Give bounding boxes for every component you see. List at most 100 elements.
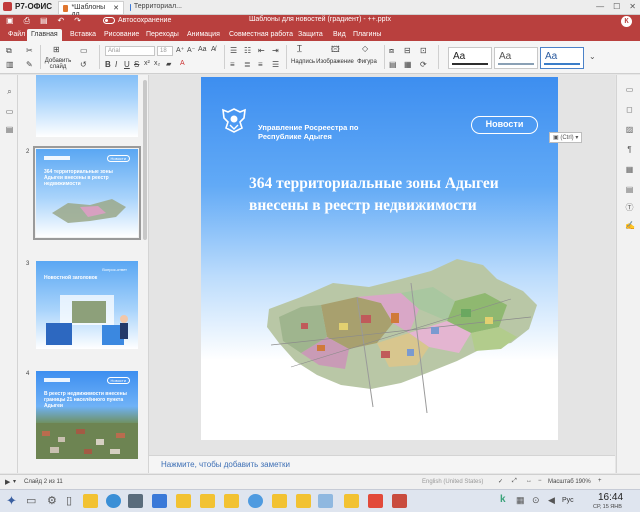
slide-thumbnail-4[interactable]: Новости В реестр недвижимости внесены гр…: [36, 371, 138, 459]
reset-slide-icon[interactable]: ↺: [80, 60, 87, 69]
calendar-icon[interactable]: [152, 494, 167, 508]
search-icon[interactable]: ⌕: [5, 87, 14, 96]
numbering-icon[interactable]: ☷: [244, 46, 251, 55]
font-name-select[interactable]: Arial: [105, 46, 155, 56]
zoom-out-icon[interactable]: −: [538, 478, 542, 484]
textbox-icon[interactable]: T̲: [297, 44, 302, 53]
notes-pane[interactable]: Нажмите, чтобы добавить заметки: [149, 455, 615, 473]
slide-headline[interactable]: 364 территориальные зоны Адыгеи внесены …: [249, 173, 549, 217]
shape-icon[interactable]: ◇: [362, 44, 368, 53]
menu-plugins[interactable]: Плагины: [349, 29, 385, 41]
italic-icon[interactable]: I: [115, 60, 117, 69]
start-menu-icon[interactable]: ✦: [6, 493, 17, 509]
menu-home[interactable]: Главная: [27, 29, 62, 41]
settings-icon[interactable]: ⚙: [47, 494, 57, 507]
themes-more-icon[interactable]: ⌄: [589, 52, 596, 61]
volume-icon[interactable]: ▯: [66, 494, 72, 507]
slide-settings-icon[interactable]: ▭: [625, 85, 634, 94]
tray-icon[interactable]: ▦: [516, 495, 525, 506]
image-button[interactable]: Изображение: [316, 59, 354, 65]
highlight-icon[interactable]: ▰: [166, 60, 171, 68]
folder-icon[interactable]: [200, 494, 215, 508]
bring-forward-icon[interactable]: ▤: [389, 60, 397, 69]
layout-icon[interactable]: ▭: [80, 46, 88, 55]
slide-thumbnail-3[interactable]: Вопрос-ответ Новостной заголовок: [36, 261, 138, 349]
clear-format-icon[interactable]: A̸: [211, 46, 216, 53]
save-icon[interactable]: ▣: [6, 16, 14, 26]
send-backward-icon[interactable]: ▦: [404, 60, 412, 69]
menu-file[interactable]: Файл: [4, 29, 29, 41]
folder-icon[interactable]: [176, 494, 191, 508]
r7-office-active-icon[interactable]: [318, 494, 333, 508]
menu-transitions[interactable]: Переходы: [142, 29, 183, 41]
add-slide-button[interactable]: Добавить слайд: [44, 58, 72, 70]
k-app-icon[interactable]: k: [500, 494, 506, 505]
decrease-font-icon[interactable]: A⁻: [187, 46, 195, 54]
menu-collaboration[interactable]: Совместная работа: [225, 29, 297, 41]
menu-animation[interactable]: Анимация: [183, 29, 224, 41]
font-size-select[interactable]: 18: [157, 46, 173, 56]
play-icon[interactable]: ▶: [5, 478, 10, 486]
tab-document-templates[interactable]: *Шаблоны дл... ✕: [58, 1, 124, 18]
folder-icon[interactable]: [224, 494, 239, 508]
format-painter-icon[interactable]: ✎: [26, 60, 33, 69]
image-settings-icon[interactable]: ▨: [625, 125, 634, 134]
print-icon[interactable]: ⎙: [24, 16, 30, 26]
browser-icon[interactable]: [106, 494, 121, 508]
zoom-in-icon[interactable]: +: [598, 478, 602, 484]
play-options-icon[interactable]: ▾: [13, 478, 16, 485]
shape-settings-icon[interactable]: ◻: [625, 105, 634, 114]
folder-icon[interactable]: [272, 494, 287, 508]
bullets-icon[interactable]: ☰: [230, 46, 237, 55]
group-icon[interactable]: ⊡: [420, 46, 427, 55]
strikethrough-icon[interactable]: S: [134, 60, 139, 69]
notes-placeholder[interactable]: Нажмите, чтобы добавить заметки: [161, 460, 290, 469]
minimize-icon[interactable]: —: [596, 2, 604, 11]
paragraph-settings-icon[interactable]: ¶: [625, 145, 634, 154]
app-icon[interactable]: [368, 494, 383, 508]
messenger-icon[interactable]: [248, 494, 263, 508]
file-manager-icon[interactable]: [83, 494, 98, 508]
redo-icon[interactable]: ↷: [74, 16, 81, 26]
slide-thumbnail-1[interactable]: [36, 75, 138, 137]
subscript-icon[interactable]: x₂: [154, 60, 160, 67]
close-tab-icon[interactable]: ✕: [113, 4, 119, 12]
keyboard-layout[interactable]: Рус: [562, 497, 574, 504]
tab-document-territorial[interactable]: Территориал...: [126, 1, 186, 14]
network-icon[interactable]: ⊙: [532, 495, 540, 506]
textart-settings-icon[interactable]: Ⓣ: [625, 203, 634, 212]
undo-icon[interactable]: ↶: [58, 16, 65, 26]
align-center-icon[interactable]: ≣: [244, 60, 251, 69]
autosave-toggle[interactable]: Автосохранение: [103, 17, 171, 24]
add-slide-icon[interactable]: ⊞: [53, 45, 60, 54]
textbox-button[interactable]: Надпись: [288, 59, 318, 65]
cut-icon[interactable]: ✂: [26, 46, 33, 55]
chart-settings-icon[interactable]: ▤: [625, 185, 634, 194]
folder-icon[interactable]: [296, 494, 311, 508]
signature-settings-icon[interactable]: ✍: [625, 221, 635, 230]
image-icon[interactable]: 🖾: [331, 44, 340, 58]
decrease-indent-icon[interactable]: ⇤: [258, 46, 265, 55]
copy-icon[interactable]: ⧉: [6, 46, 12, 56]
paste-icon[interactable]: ▥: [6, 60, 14, 69]
theme-option-3[interactable]: Aa: [540, 47, 584, 69]
fit-width-icon[interactable]: ↔: [526, 478, 532, 484]
fit-slide-icon[interactable]: ⤢: [512, 478, 517, 485]
rotate-icon[interactable]: ⟳: [420, 60, 427, 69]
slide-thumbnail-2[interactable]: Новости 364 территориальные зоны Адыгеи …: [33, 146, 141, 240]
maximize-icon[interactable]: ☐: [613, 2, 620, 11]
sound-icon[interactable]: ◀: [548, 495, 555, 506]
font-color-icon[interactable]: A: [180, 60, 185, 67]
justify-icon[interactable]: ☰: [272, 60, 279, 69]
terminal-icon[interactable]: [128, 494, 143, 508]
menu-draw[interactable]: Рисование: [100, 29, 143, 41]
language-indicator[interactable]: English (United States): [422, 479, 483, 485]
table-settings-icon[interactable]: ▦: [625, 165, 634, 174]
increase-font-icon[interactable]: A⁺: [176, 46, 184, 54]
paste-options-button[interactable]: ▣ (Ctrl) ▾: [549, 132, 583, 143]
underline-icon[interactable]: U: [124, 60, 130, 69]
menu-protection[interactable]: Защита: [294, 29, 327, 41]
close-window-icon[interactable]: ✕: [629, 2, 636, 11]
align-shapes-icon[interactable]: ⊟: [404, 46, 411, 55]
thumbnails-scrollbar[interactable]: [143, 80, 147, 240]
